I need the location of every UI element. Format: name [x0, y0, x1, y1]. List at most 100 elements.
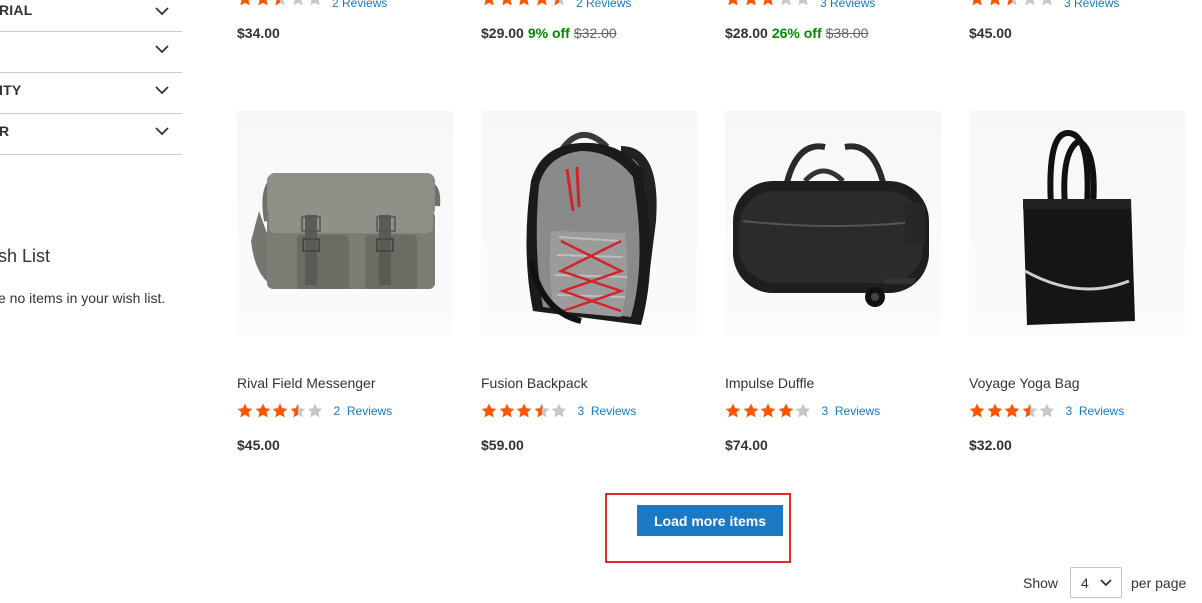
rating-stars: [237, 0, 325, 7]
star-icon: [780, 0, 791, 6]
wishlist-title: sh List: [0, 246, 51, 266]
reviews-link[interactable]: 3 Reviews: [820, 0, 875, 10]
star-icon: [240, 0, 250, 6]
product-price: $29.00 9% off $32.00: [481, 25, 617, 41]
load-more-button[interactable]: Load more items: [637, 505, 783, 536]
star-icon: [307, 403, 323, 418]
star-icon: [1022, 403, 1037, 418]
star-icon: [795, 403, 811, 418]
star-icon: [1039, 403, 1055, 418]
star-icon: [1004, 403, 1020, 418]
product-name[interactable]: Fusion Backpack: [481, 375, 588, 391]
star-icon: [763, 0, 773, 6]
star-icon: [989, 0, 1000, 6]
star-icon: [551, 403, 567, 418]
reviews-link[interactable]: 2 Reviews: [332, 0, 387, 10]
price-value: $45.00: [969, 25, 1012, 41]
old-price: $38.00: [825, 25, 869, 41]
product-price: $74.00: [725, 437, 768, 453]
star-icon: [237, 403, 253, 418]
star-icon: [519, 0, 529, 6]
product-rating: 3 Reviews: [725, 402, 880, 418]
discount-label: 9% off: [527, 25, 570, 41]
reviews-link[interactable]: 3 Reviews: [1066, 404, 1125, 418]
star-icon: [743, 403, 758, 418]
chevron-down-icon: [154, 41, 170, 57]
rating-stars: [725, 403, 813, 419]
filter-material-title: RIAL: [0, 2, 33, 18]
star-icon: [310, 0, 320, 6]
product-price: $45.00: [237, 437, 280, 453]
product-rating: 2 Reviews: [237, 402, 392, 418]
star-icon: [501, 0, 512, 6]
star-icon: [987, 403, 1002, 418]
rating-stars: [481, 0, 569, 7]
star-icon: [536, 0, 547, 6]
star-icon: [481, 403, 497, 418]
star-icon: [554, 0, 564, 6]
star-icon: [728, 0, 738, 6]
star-icon: [745, 0, 756, 6]
star-icon: [969, 403, 985, 418]
star-icon: [798, 0, 808, 6]
product-price: $45.00: [969, 25, 1012, 41]
reviews-link[interactable]: 2 Reviews: [334, 404, 393, 418]
chevron-down-icon: [154, 82, 170, 98]
chevron-down-icon: [154, 3, 170, 19]
chevron-down-icon: [154, 123, 170, 139]
chevron-down-icon: [1099, 576, 1113, 593]
price-value: $28.00: [725, 25, 768, 41]
limiter-show-label: Show: [1023, 575, 1059, 591]
star-icon: [499, 403, 514, 418]
discount-label: 26% off: [771, 25, 822, 41]
star-icon: [1024, 0, 1035, 6]
duffle-bag-icon[interactable]: [725, 111, 941, 335]
star-icon: [292, 0, 303, 6]
filter-color[interactable]: R: [0, 113, 182, 155]
reviews-link[interactable]: 2 Reviews: [576, 0, 631, 10]
reviews-link[interactable]: 3 Reviews: [822, 404, 881, 418]
star-icon: [272, 403, 288, 418]
old-price: $32.00: [573, 25, 617, 41]
backpack-icon[interactable]: [481, 111, 697, 335]
product-price: $28.00 26% off $38.00: [725, 25, 868, 41]
limiter-value: 4: [1081, 575, 1089, 591]
star-icon: [257, 0, 268, 6]
limiter-per-page-label: per page: [1131, 575, 1187, 591]
product-rating: 3 Reviews: [969, 402, 1124, 418]
rating-stars: [481, 403, 569, 419]
filter-activity-title: ITY: [0, 82, 22, 98]
product-price: $59.00: [481, 437, 524, 453]
rating-stars: [237, 403, 325, 419]
price-value: $29.00: [481, 25, 524, 41]
filter-color-title: R: [0, 123, 10, 139]
product-name[interactable]: Voyage Yoga Bag: [969, 375, 1080, 391]
wishlist-empty-message: e no items in your wish list.: [0, 290, 166, 306]
product-price: $32.00: [969, 437, 1012, 453]
messenger-bag-icon[interactable]: [237, 111, 453, 335]
star-icon: [1007, 0, 1017, 6]
product-name[interactable]: Impulse Duffle: [725, 375, 814, 391]
star-icon: [778, 403, 793, 418]
star-icon: [290, 403, 305, 418]
filter-unnamed[interactable]: [0, 31, 182, 73]
star-icon: [1042, 0, 1052, 6]
tote-bag-icon[interactable]: [969, 111, 1185, 335]
reviews-link[interactable]: 3 Reviews: [1064, 0, 1119, 10]
limiter-select[interactable]: 4: [1070, 567, 1122, 598]
filter-activity[interactable]: ITY: [0, 72, 182, 114]
star-icon: [972, 0, 982, 6]
star-icon: [516, 403, 532, 418]
price-value: $34.00: [237, 25, 280, 41]
reviews-link[interactable]: 3 Reviews: [578, 404, 637, 418]
rating-stars: [725, 0, 813, 7]
rating-stars: [969, 0, 1057, 7]
star-icon: [275, 0, 285, 6]
filter-material[interactable]: RIAL: [0, 0, 182, 32]
product-name[interactable]: Rival Field Messenger: [237, 375, 376, 391]
star-icon: [255, 403, 270, 418]
product-price: $34.00: [237, 25, 280, 41]
rating-stars: [969, 403, 1057, 419]
star-icon: [534, 403, 549, 418]
star-icon: [760, 403, 776, 418]
